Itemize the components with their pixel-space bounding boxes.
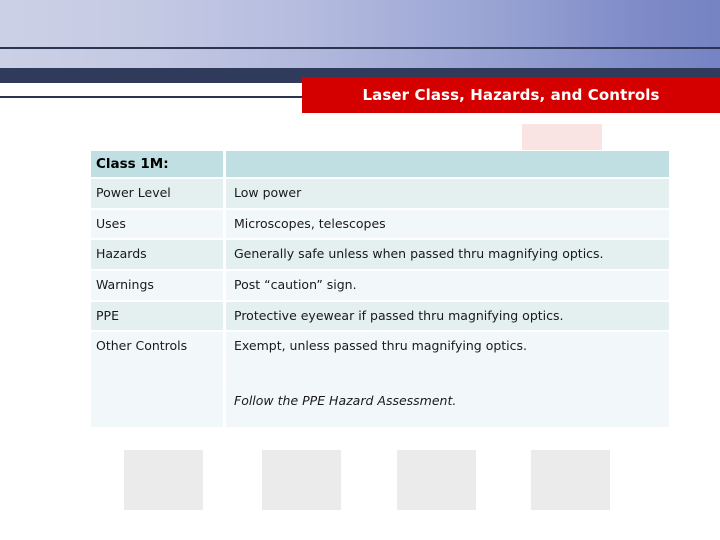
row-label-cell: Warnings bbox=[91, 268, 226, 301]
table-header-value-cell bbox=[224, 151, 669, 178]
row-label: Uses bbox=[96, 215, 126, 231]
table-row: Uses Microscopes, telescopes bbox=[91, 207, 669, 240]
row-value-group: Exempt, unless passed thru magnifying op… bbox=[226, 332, 669, 427]
row-label: PPE bbox=[96, 307, 119, 323]
page-title: Laser Class, Hazards, and Controls bbox=[362, 86, 660, 104]
table-row: Other Controls Exempt, unless passed thr… bbox=[91, 330, 669, 428]
row-label-cell: Other Controls bbox=[91, 330, 226, 428]
slide-title-banner: Laser Class, Hazards, and Controls bbox=[302, 77, 720, 113]
table-header-row: Class 1M: bbox=[91, 151, 669, 178]
row-label-cell: Hazards bbox=[91, 238, 226, 270]
pink-placeholder-box bbox=[522, 124, 602, 150]
row-value-cell: Generally safe unless when passed thru m… bbox=[224, 238, 669, 270]
table-footnote: Follow the PPE Hazard Assessment. bbox=[234, 392, 457, 408]
gray-placeholder-box-4 bbox=[531, 450, 610, 510]
row-value-cell: Microscopes, telescopes bbox=[224, 207, 669, 240]
header-gradient-upper bbox=[0, 0, 720, 47]
table-header-label-cell: Class 1M: bbox=[91, 151, 226, 178]
table-row: PPE Protective eyewear if passed thru ma… bbox=[91, 299, 669, 332]
row-value-cell: Protective eyewear if passed thru magnif… bbox=[224, 299, 669, 332]
table-row: Hazards Generally safe unless when passe… bbox=[91, 238, 669, 270]
row-value: Low power bbox=[234, 185, 302, 200]
table-header-title: Class 1M: bbox=[96, 156, 169, 172]
row-value: Protective eyewear if passed thru magnif… bbox=[234, 307, 564, 323]
row-value: Post “caution” sign. bbox=[234, 276, 357, 292]
gray-placeholder-box-3 bbox=[397, 450, 476, 510]
gray-placeholder-box-1 bbox=[124, 450, 203, 510]
table-row: Warnings Post “caution” sign. bbox=[91, 268, 669, 301]
row-label-cell: Power Level bbox=[91, 177, 226, 209]
row-label-cell: PPE bbox=[91, 299, 226, 332]
row-value: Microscopes, telescopes bbox=[234, 215, 386, 231]
header-gradient-lower bbox=[0, 49, 720, 68]
row-label: Warnings bbox=[96, 276, 154, 292]
row-label: Power Level bbox=[96, 185, 171, 200]
row-value: Exempt, unless passed thru magnifying op… bbox=[234, 338, 528, 354]
row-value-cell: Exempt, unless passed thru magnifying op… bbox=[224, 330, 669, 428]
table-row: Power Level Low power bbox=[91, 177, 669, 209]
row-label: Other Controls bbox=[96, 338, 188, 354]
laser-class-table: Class 1M: Power Level Low power Uses Mic… bbox=[91, 151, 669, 428]
row-value: Generally safe unless when passed thru m… bbox=[234, 246, 604, 262]
table-header-value bbox=[226, 158, 669, 171]
row-label: Hazards bbox=[96, 246, 147, 262]
gray-placeholder-box-2 bbox=[262, 450, 341, 510]
row-value-cell: Low power bbox=[224, 177, 669, 209]
row-label-cell: Uses bbox=[91, 207, 226, 240]
row-value-cell: Post “caution” sign. bbox=[224, 268, 669, 301]
